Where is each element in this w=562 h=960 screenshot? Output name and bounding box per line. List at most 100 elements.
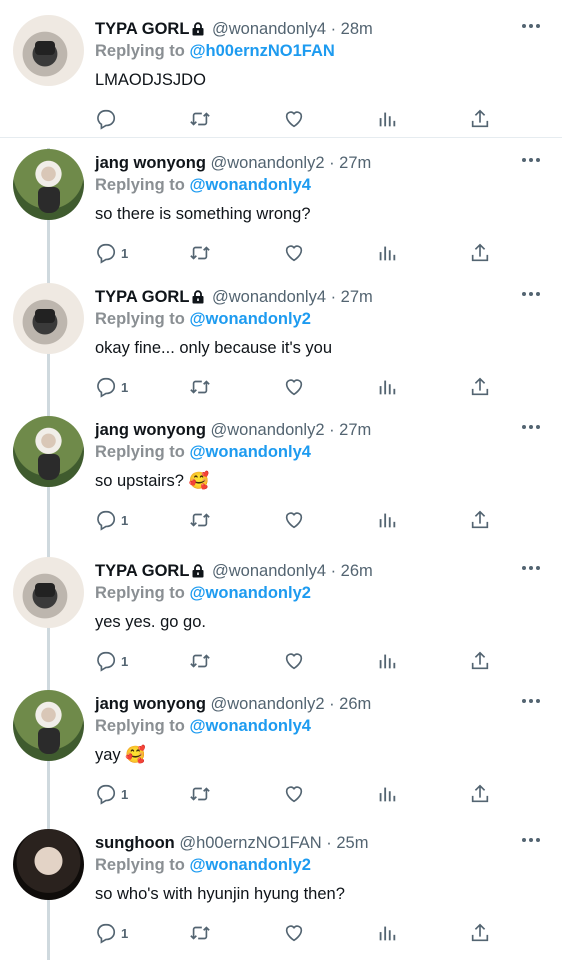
- action-bar: 1: [95, 649, 515, 673]
- views-button[interactable]: [376, 375, 398, 399]
- reply-button[interactable]: 1: [95, 782, 128, 806]
- tweet-text: yay 🥰: [95, 746, 146, 764]
- tweet-header: jang wonyong @wonandonly2 · 26m: [95, 695, 371, 714]
- replying-label: Replying to: [95, 717, 185, 735]
- heart-icon: [285, 925, 303, 942]
- tweet[interactable]: TYPA GORL @wonandonly4 · 26m Replying to…: [0, 545, 562, 679]
- reply-count: 1: [121, 245, 129, 261]
- views-button[interactable]: [376, 107, 398, 131]
- replying-handle[interactable]: @h00ernzNO1FAN: [189, 42, 334, 60]
- share-icon: [471, 243, 489, 262]
- avatar[interactable]: [13, 416, 84, 487]
- like-button[interactable]: [283, 375, 305, 399]
- display-name[interactable]: TYPA GORL: [95, 562, 189, 580]
- retweet-button[interactable]: [189, 649, 211, 673]
- more-icon[interactable]: [522, 833, 542, 845]
- tweet-header: sunghoon @h00ernzNO1FAN · 25m: [95, 834, 368, 853]
- replying-to: Replying to @wonandonly4: [95, 176, 311, 195]
- avatar[interactable]: [13, 149, 84, 220]
- retweet-icon: [190, 246, 210, 260]
- retweet-button[interactable]: [189, 241, 211, 265]
- replying-handle[interactable]: @wonandonly2: [189, 310, 311, 328]
- share-button[interactable]: [469, 649, 491, 673]
- avatar[interactable]: [13, 690, 84, 761]
- replying-handle[interactable]: @wonandonly2: [189, 856, 311, 874]
- tweet-header: TYPA GORL @wonandonly4 · 28m: [95, 20, 373, 41]
- tweet-text: yes yes. go go.: [95, 613, 206, 631]
- share-button[interactable]: [469, 782, 491, 806]
- heart-icon: [285, 512, 303, 529]
- like-button[interactable]: [283, 107, 305, 131]
- reply-count: 1: [121, 379, 129, 395]
- reply-count: 1: [121, 925, 129, 941]
- replying-handle[interactable]: @wonandonly4: [189, 443, 311, 461]
- display-name[interactable]: jang wonyong: [95, 154, 206, 172]
- heart-icon: [285, 786, 303, 803]
- display-name[interactable]: TYPA GORL: [95, 288, 189, 306]
- views-button[interactable]: [376, 921, 398, 945]
- views-button[interactable]: [376, 241, 398, 265]
- more-icon[interactable]: [522, 420, 542, 432]
- replying-handle[interactable]: @wonandonly4: [189, 176, 311, 194]
- display-name[interactable]: sunghoon: [95, 834, 175, 852]
- share-icon: [471, 784, 489, 803]
- display-name[interactable]: jang wonyong: [95, 695, 206, 713]
- share-button[interactable]: [469, 375, 491, 399]
- tweet[interactable]: jang wonyong @wonandonly2 · 27m Replying…: [0, 404, 562, 543]
- share-button[interactable]: [469, 921, 491, 945]
- replying-label: Replying to: [95, 310, 185, 328]
- avatar[interactable]: [13, 829, 84, 900]
- retweet-button[interactable]: [189, 107, 211, 131]
- like-button[interactable]: [283, 508, 305, 532]
- more-icon[interactable]: [522, 19, 542, 31]
- tweet[interactable]: TYPA GORL @wonandonly4 · 27m Replying to…: [0, 271, 562, 405]
- handle-time: @wonandonly2 · 26m: [210, 695, 372, 713]
- retweet-button[interactable]: [189, 921, 211, 945]
- views-button[interactable]: [376, 649, 398, 673]
- more-icon[interactable]: [522, 153, 542, 165]
- share-button[interactable]: [469, 241, 491, 265]
- retweet-icon: [190, 112, 210, 126]
- tweet-text: so there is something wrong?: [95, 205, 311, 223]
- avatar[interactable]: [13, 15, 84, 86]
- tweet[interactable]: jang wonyong @wonandonly2 · 27m Replying…: [0, 137, 562, 271]
- replying-to: Replying to @wonandonly2: [95, 584, 311, 603]
- like-button[interactable]: [283, 649, 305, 673]
- reply-button[interactable]: 1: [95, 921, 128, 945]
- avatar[interactable]: [13, 283, 84, 354]
- display-name[interactable]: TYPA GORL: [95, 20, 189, 38]
- reply-button[interactable]: 1: [95, 375, 128, 399]
- retweet-button[interactable]: [189, 782, 211, 806]
- views-button[interactable]: [376, 508, 398, 532]
- replying-handle[interactable]: @wonandonly2: [189, 584, 311, 602]
- reply-icon: [97, 784, 116, 805]
- replying-to: Replying to @wonandonly4: [95, 717, 311, 736]
- like-button[interactable]: [283, 782, 305, 806]
- tweet[interactable]: TYPA GORL @wonandonly4 · 28m Replying to…: [0, 3, 562, 137]
- share-button[interactable]: [469, 508, 491, 532]
- heart-icon: [285, 379, 303, 396]
- retweet-icon: [190, 654, 210, 668]
- views-button[interactable]: [376, 782, 398, 806]
- action-bar: 1: [95, 375, 515, 399]
- replying-handle[interactable]: @wonandonly4: [189, 717, 311, 735]
- reply-button[interactable]: 1: [95, 241, 128, 265]
- share-button[interactable]: [469, 107, 491, 131]
- avatar[interactable]: [13, 557, 84, 628]
- reply-button[interactable]: [95, 107, 121, 131]
- more-icon[interactable]: [522, 694, 542, 706]
- display-name[interactable]: jang wonyong: [95, 421, 206, 439]
- like-button[interactable]: [283, 921, 305, 945]
- reply-button[interactable]: 1: [95, 508, 128, 532]
- retweet-icon: [190, 380, 210, 394]
- tweet[interactable]: jang wonyong @wonandonly2 · 26m Replying…: [0, 678, 562, 815]
- reply-button[interactable]: 1: [95, 649, 128, 673]
- retweet-button[interactable]: [189, 375, 211, 399]
- retweet-icon: [190, 513, 210, 527]
- tweet[interactable]: sunghoon @h00ernzNO1FAN · 25m Replying t…: [0, 817, 562, 960]
- like-button[interactable]: [283, 241, 305, 265]
- more-icon[interactable]: [522, 561, 542, 573]
- retweet-button[interactable]: [189, 508, 211, 532]
- more-icon[interactable]: [522, 287, 542, 299]
- tweet-header: TYPA GORL @wonandonly4 · 26m: [95, 562, 373, 583]
